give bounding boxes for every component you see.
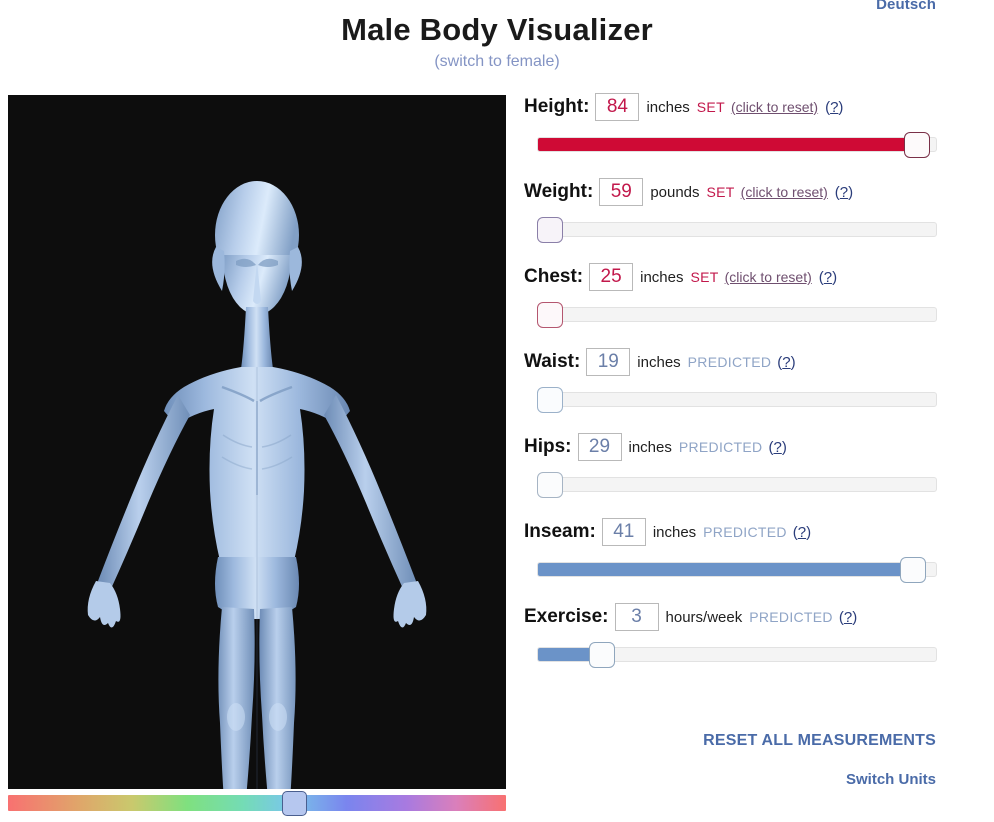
slider-track-waist[interactable] (537, 392, 937, 407)
units-waist: inches (637, 354, 680, 371)
page-header: Male Body Visualizer (switch to female) (0, 0, 994, 71)
measurement-controls: Height:inchesSET(click to reset)(?)Weigh… (524, 92, 976, 687)
label-waist: Waist: (524, 351, 580, 373)
state-badge-chest: SET (690, 269, 718, 285)
slider-thumb-weight[interactable] (537, 217, 563, 243)
humanoid-figure-graphic (8, 95, 506, 789)
measurement-row-height: Height: inches SET (click to reset) (?) (524, 92, 976, 158)
units-height: inches (646, 99, 689, 116)
reset-link-height[interactable]: (click to reset) (731, 99, 818, 115)
measurement-row-inseam: Inseam: inches PREDICTED (?) (524, 517, 976, 583)
measurement-row-hips: Hips: inches PREDICTED (?) (524, 432, 976, 498)
help-link-height[interactable]: (?) (825, 99, 843, 116)
state-badge-exercise: PREDICTED (749, 609, 833, 625)
page-title: Male Body Visualizer (0, 0, 994, 48)
value-input-exercise[interactable] (615, 603, 659, 631)
help-link-chest[interactable]: (?) (819, 269, 837, 286)
slider-thumb-hips[interactable] (537, 472, 563, 498)
help-link-inseam[interactable]: (?) (793, 524, 811, 541)
slider-thumb-height[interactable] (904, 132, 930, 158)
help-link-waist[interactable]: (?) (777, 354, 795, 371)
slider-thumb-waist[interactable] (537, 387, 563, 413)
slider-waist[interactable] (537, 387, 937, 413)
label-exercise: Exercise: (524, 606, 609, 628)
slider-thumb-exercise[interactable] (589, 642, 615, 668)
switch-to-female-link[interactable]: (switch to female) (434, 53, 559, 71)
slider-weight[interactable] (537, 217, 937, 243)
slider-height[interactable] (537, 132, 937, 158)
footer-links: RESET ALL MEASUREMENTS Switch Units (524, 732, 936, 788)
help-link-exercise[interactable]: (?) (839, 609, 857, 626)
reset-all-measurements-button[interactable]: RESET ALL MEASUREMENTS (524, 732, 936, 750)
slider-fill-inseam (538, 563, 913, 576)
figure-hue-slider[interactable] (8, 793, 506, 813)
reset-link-chest[interactable]: (click to reset) (725, 269, 812, 285)
slider-chest[interactable] (537, 302, 937, 328)
value-input-hips[interactable] (578, 433, 622, 461)
label-height: Height: (524, 96, 589, 118)
label-chest: Chest: (524, 266, 583, 288)
hue-slider-thumb[interactable] (282, 791, 307, 816)
value-input-weight[interactable] (599, 178, 643, 206)
slider-thumb-chest[interactable] (537, 302, 563, 328)
state-badge-inseam: PREDICTED (703, 524, 787, 540)
reset-link-weight[interactable]: (click to reset) (741, 184, 828, 200)
slider-track-hips[interactable] (537, 477, 937, 492)
value-input-height[interactable] (595, 93, 639, 121)
measurement-row-chest: Chest: inches SET (click to reset) (?) (524, 262, 976, 328)
body-render-canvas[interactable] (8, 95, 506, 789)
slider-inseam[interactable] (537, 557, 937, 583)
measurement-line-height: Height: inches SET (click to reset) (?) (524, 92, 976, 122)
units-exercise: hours/week (666, 609, 743, 626)
measurement-line-inseam: Inseam: inches PREDICTED (?) (524, 517, 976, 547)
label-weight: Weight: (524, 181, 593, 203)
units-inseam: inches (653, 524, 696, 541)
label-hips: Hips: (524, 436, 572, 458)
measurement-row-weight: Weight: pounds SET (click to reset) (?) (524, 177, 976, 243)
measurement-line-exercise: Exercise: hours/week PREDICTED (?) (524, 602, 976, 632)
units-chest: inches (640, 269, 683, 286)
measurement-line-chest: Chest: inches SET (click to reset) (?) (524, 262, 976, 292)
units-hips: inches (629, 439, 672, 456)
state-badge-hips: PREDICTED (679, 439, 763, 455)
state-badge-weight: SET (707, 184, 735, 200)
slider-thumb-inseam[interactable] (900, 557, 926, 583)
measurement-line-hips: Hips: inches PREDICTED (?) (524, 432, 976, 462)
state-badge-height: SET (697, 99, 725, 115)
slider-hips[interactable] (537, 472, 937, 498)
switch-units-button[interactable]: Switch Units (524, 771, 936, 788)
value-input-waist[interactable] (586, 348, 630, 376)
measurement-row-exercise: Exercise: hours/week PREDICTED (?) (524, 602, 976, 668)
value-input-inseam[interactable] (602, 518, 646, 546)
value-input-chest[interactable] (589, 263, 633, 291)
slider-track-chest[interactable] (537, 307, 937, 322)
measurement-line-waist: Waist: inches PREDICTED (?) (524, 347, 976, 377)
units-weight: pounds (650, 184, 699, 201)
measurement-row-waist: Waist: inches PREDICTED (?) (524, 347, 976, 413)
measurement-line-weight: Weight: pounds SET (click to reset) (?) (524, 177, 976, 207)
slider-track-weight[interactable] (537, 222, 937, 237)
state-badge-waist: PREDICTED (688, 354, 772, 370)
slider-exercise[interactable] (537, 642, 937, 668)
slider-fill-height (538, 138, 917, 151)
help-link-hips[interactable]: (?) (768, 439, 786, 456)
hue-slider-track[interactable] (8, 795, 506, 811)
body-figure (8, 95, 506, 789)
label-inseam: Inseam: (524, 521, 596, 543)
help-link-weight[interactable]: (?) (835, 184, 853, 201)
